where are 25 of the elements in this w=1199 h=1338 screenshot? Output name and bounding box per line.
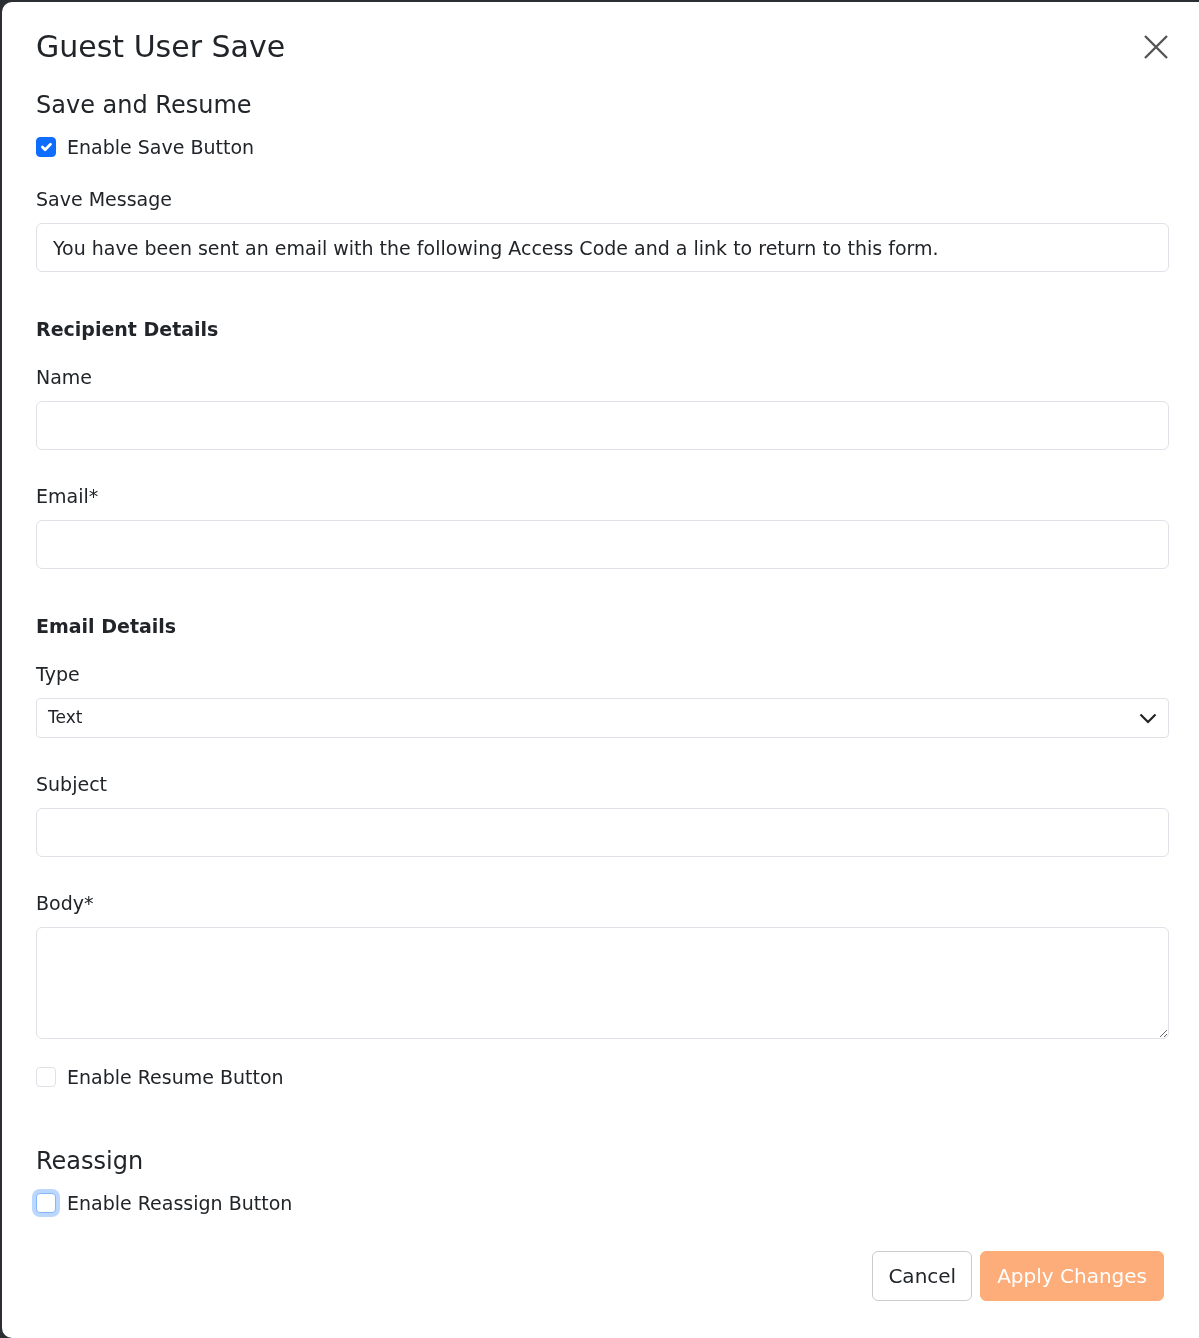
section-heading: Save and Resume — [36, 90, 253, 120]
subsection-heading: Email Details — [36, 614, 178, 638]
dropdown[interactable]: Text — [36, 698, 1169, 738]
input-field[interactable] — [36, 520, 1169, 569]
checkbox-label: Enable Reassign Button — [67, 1191, 293, 1216]
checkbox-label: Enable Save Button — [67, 135, 255, 160]
text-area[interactable] — [36, 927, 1169, 1039]
input-field[interactable]: You have been sent an email with the following Access Code and a link to return to this form. — [36, 223, 1169, 272]
dialog-title: Guest User Save — [36, 28, 286, 66]
cancel-button[interactable]: Cancel — [872, 1251, 973, 1301]
input-field[interactable] — [36, 808, 1169, 857]
field-label: Subject — [36, 772, 109, 796]
checkbox[interactable] — [36, 137, 56, 157]
field-label: Save Message — [36, 187, 173, 211]
input-field[interactable] — [36, 401, 1169, 450]
field-label: Email* — [36, 484, 100, 508]
checkbox[interactable] — [36, 1193, 56, 1213]
subsection-heading: Recipient Details — [36, 317, 220, 341]
section-heading: Reassign — [36, 1146, 145, 1176]
field-label: Type — [36, 662, 81, 686]
field-label: Body* — [36, 891, 95, 915]
checkbox-label: Enable Resume Button — [67, 1065, 284, 1090]
field-label: Name — [36, 365, 94, 389]
close-icon[interactable] — [1143, 34, 1169, 60]
chevron-down-icon — [1139, 712, 1157, 724]
